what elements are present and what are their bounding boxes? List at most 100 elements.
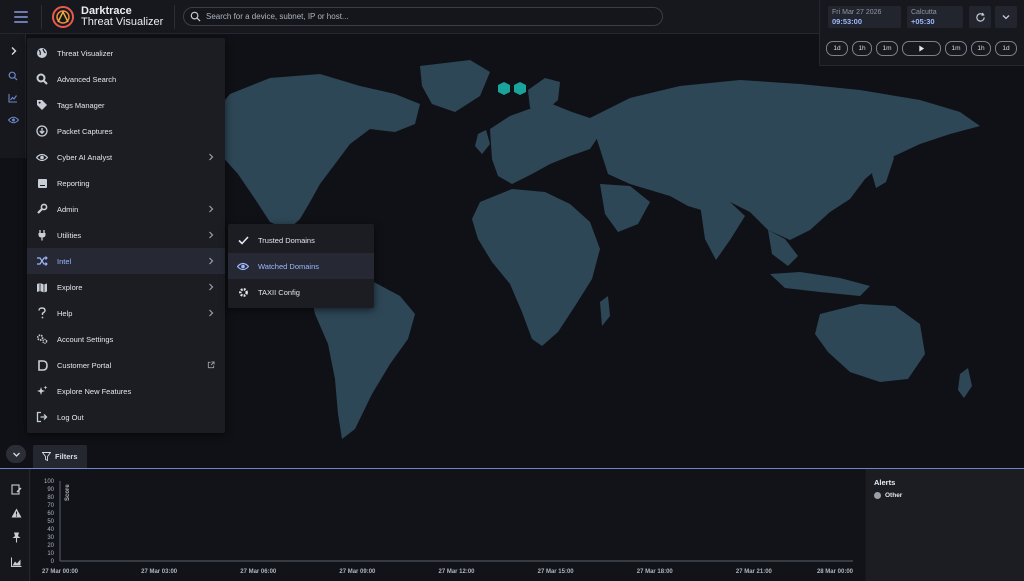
submenu-item-label: Watched Domains — [258, 261, 319, 271]
main-menu: Threat Visualizer Advanced Search Tags M… — [27, 38, 225, 433]
divider — [174, 5, 175, 29]
report-icon — [36, 177, 48, 189]
rewind-1m-button[interactable]: 1m — [876, 41, 898, 56]
submenu-item-trusted-domains[interactable]: Trusted Domains — [228, 227, 374, 253]
bottom-rail-alerts-button[interactable] — [10, 507, 22, 519]
zoom-icon — [8, 71, 18, 81]
timezone-offset: +05:30 — [911, 17, 935, 26]
score-timeline-chart[interactable]: 1009080706050403020100 27 Mar 00:00 27 Ma… — [31, 469, 865, 581]
y-tick-label: 50 — [47, 519, 54, 525]
time-label: 09:53:00 — [832, 17, 863, 26]
menu-item-packet-captures[interactable]: Packet Captures — [27, 118, 225, 144]
gears-icon — [36, 333, 48, 345]
menu-item-label: Admin — [57, 204, 79, 214]
tag-icon — [36, 99, 48, 111]
filters-tab[interactable]: Filters — [33, 445, 87, 468]
menu-item-threat-visualizer[interactable]: Threat Visualizer — [27, 40, 225, 66]
search-icon — [190, 11, 201, 22]
brand[interactable]: Darktrace Threat Visualizer — [81, 6, 163, 28]
device-marker — [514, 82, 526, 95]
menu-item-label: Utilities — [57, 230, 82, 240]
chevron-right-icon — [209, 257, 214, 265]
menu-item-intel[interactable]: Intel — [27, 248, 225, 274]
y-axis-ticks: 1009080706050403020100 — [44, 479, 55, 565]
menu-item-reporting[interactable]: Reporting — [27, 170, 225, 196]
shuffle-icon — [36, 255, 48, 267]
legend-item-other[interactable]: Other — [874, 492, 1016, 499]
expand-sidebar-button[interactable] — [6, 44, 20, 58]
map-icon — [36, 281, 48, 293]
menu-item-customer-portal[interactable]: Customer Portal — [27, 352, 225, 378]
menu-item-label: Log Out — [57, 412, 84, 422]
device-marker — [498, 82, 510, 95]
refresh-icon — [975, 12, 985, 22]
collapse-panel-button[interactable] — [6, 445, 26, 463]
rewind-1d-button[interactable]: 1d — [826, 41, 848, 56]
legend-label: Other — [885, 492, 903, 499]
date-label: Fri Mar 27 2026 — [832, 9, 882, 16]
menu-item-cyber-ai-analyst[interactable]: Cyber AI Analyst — [27, 144, 225, 170]
intel-submenu: Trusted Domains Watched Domains TAXII Co… — [228, 224, 374, 308]
x-tick-label: 27 Mar 09:00 — [339, 569, 376, 575]
menu-item-label: Explore — [57, 282, 83, 292]
submenu-item-watched-domains[interactable]: Watched Domains — [228, 253, 374, 279]
wrench-icon — [36, 203, 48, 215]
rail-search-button[interactable] — [6, 69, 20, 83]
submenu-item-taxii-config[interactable]: TAXII Config — [228, 279, 374, 305]
y-tick-label: 40 — [47, 527, 54, 533]
y-tick-label: 0 — [51, 559, 55, 565]
menu-item-utilities[interactable]: Utilities — [27, 222, 225, 248]
sparkle-icon — [36, 385, 48, 397]
menu-item-advanced-search[interactable]: Advanced Search — [27, 66, 225, 92]
chevron-down-icon — [1002, 15, 1010, 20]
play-button[interactable] — [902, 41, 941, 56]
menu-item-log-out[interactable]: Log Out — [27, 404, 225, 430]
menu-item-label: Threat Visualizer — [57, 48, 114, 58]
menu-item-explore[interactable]: Explore — [27, 274, 225, 300]
menu-item-account-settings[interactable]: Account Settings — [27, 326, 225, 352]
expand-time-panel-button[interactable] — [995, 6, 1017, 28]
refresh-button[interactable] — [969, 6, 991, 28]
chevron-right-icon — [11, 47, 16, 55]
forward-1m-button[interactable]: 1m — [945, 41, 967, 56]
divider — [41, 5, 42, 29]
rewind-1h-button[interactable]: 1h — [852, 41, 872, 56]
hamburger-menu-icon[interactable] — [10, 8, 32, 26]
menu-item-explore-new-features[interactable]: Explore New Features — [27, 378, 225, 404]
menu-item-label: Reporting — [57, 178, 90, 188]
menu-item-label: Intel — [57, 256, 72, 266]
play-icon — [919, 45, 925, 52]
question-icon — [36, 307, 48, 319]
bottom-rail-pin-button[interactable] — [10, 531, 22, 543]
threat-visualizer-app: Darktrace Threat Visualizer Fri Mar 27 2… — [0, 0, 1024, 581]
date-time-display[interactable]: Fri Mar 27 2026 09:53:00 — [828, 6, 901, 28]
timezone-name: Calcutta — [911, 9, 937, 16]
alerts-title: Alerts — [874, 478, 896, 487]
rail-chart-button[interactable] — [6, 91, 20, 105]
timezone-display[interactable]: Calcutta +05:30 — [907, 6, 963, 28]
filter-icon — [42, 452, 51, 461]
plug-icon — [36, 229, 48, 241]
chart-icon — [8, 94, 17, 103]
menu-item-label: Customer Portal — [57, 360, 112, 370]
menu-item-tags-manager[interactable]: Tags Manager — [27, 92, 225, 118]
bottom-rail-devices-button[interactable] — [10, 483, 22, 495]
device-edit-icon — [10, 483, 21, 495]
menu-item-help[interactable]: Help — [27, 300, 225, 326]
device-markers — [498, 82, 526, 95]
submenu-item-label: Trusted Domains — [258, 235, 315, 245]
alerts-legend-panel: Alerts Other — [866, 469, 1024, 581]
forward-1d-button[interactable]: 1d — [995, 41, 1017, 56]
menu-item-label: Tags Manager — [57, 100, 105, 110]
x-tick-label: 27 Mar 12:00 — [438, 569, 475, 575]
bottom-rail-graph-button[interactable] — [10, 556, 22, 568]
search-bar[interactable] — [183, 7, 663, 26]
search-input[interactable] — [206, 12, 646, 21]
chevron-right-icon — [209, 283, 214, 291]
menu-item-admin[interactable]: Admin — [27, 196, 225, 222]
forward-1h-button[interactable]: 1h — [971, 41, 991, 56]
x-tick-label: 27 Mar 21:00 — [736, 569, 773, 575]
y-tick-label: 70 — [47, 503, 54, 509]
y-tick-label: 90 — [47, 487, 54, 493]
rail-watch-button[interactable] — [6, 113, 20, 127]
